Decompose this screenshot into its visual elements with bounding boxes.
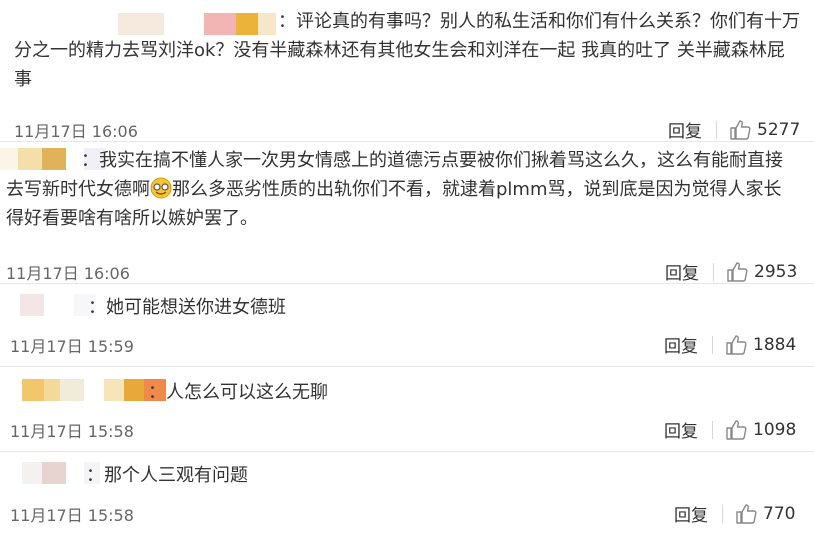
divider [722, 504, 723, 523]
comment-text-line: 得好看要啥有啥所以嫉妒罢了。 [6, 208, 258, 229]
like-count: 5277 [757, 119, 801, 140]
comment-text: ：人怎么可以这么无聊 [148, 378, 328, 407]
avatar-username-blurred[interactable] [20, 294, 96, 316]
divider [712, 420, 713, 439]
comment-text: ：她可能想送你进女德班 [88, 293, 286, 322]
comment-text-line: 分之一的精力去骂刘洋ok？没有半藏森林还有其他女生会和刘洋在一起 我真的吐了 关… [14, 40, 785, 61]
comment-text-line: 事 [14, 69, 32, 90]
comment-text-line: ：那个人三观有问题 [86, 465, 248, 486]
thumbs-up-icon [727, 261, 748, 282]
comment-timestamp: 11月17日 16:06 [14, 122, 138, 141]
comment-timestamp: 11月17日 16:06 [6, 264, 130, 283]
thumbs-up-icon [726, 334, 747, 355]
reply-button[interactable]: 回复 [668, 117, 702, 142]
reply-button[interactable]: 回复 [664, 332, 698, 357]
like-button[interactable]: 2953 [726, 261, 797, 283]
comment-text-line: ：评论真的有事吗？别人的私生活和你们有什么关系？你们有十万 [278, 11, 800, 32]
avatar-username-blurred[interactable] [22, 379, 166, 401]
divider [712, 335, 713, 354]
reply-button[interactable]: 回复 [664, 417, 698, 442]
like-button[interactable]: 1884 [725, 334, 796, 356]
reply-button[interactable]: 回复 [665, 259, 699, 284]
comment-text: ：评论真的有事吗？别人的私生活和你们有什么关系？你们有十万 分之一的精力去骂刘洋… [14, 7, 804, 94]
reply-button[interactable]: 回复 [674, 501, 708, 526]
like-button[interactable]: 1098 [725, 419, 796, 441]
comment-timestamp: 11月17日 15:58 [10, 422, 134, 441]
comment-text-line: 那么多恶劣性质的出轨你们不看，就逮着plmm骂，说到底是因为觉得人家长 [172, 179, 782, 200]
comment-text: ：那个人三观有问题 [86, 461, 248, 490]
thumbs-up-icon [730, 119, 751, 140]
comment-timestamp: 11月17日 15:59 [10, 337, 134, 356]
comment-text-line: 去写新时代女德啊 [6, 179, 150, 200]
comment-item: ：人怎么可以这么无聊 11月17日 15:58 回复 1098 [0, 367, 814, 451]
like-button[interactable]: 5277 [729, 119, 800, 141]
comment-item: ：我实在搞不懂人家一次男女情感上的道德污点要被你们揪着骂这么久，这么有能耐直接 … [0, 142, 814, 284]
comment-item: ：她可能想送你进女德班 11月17日 15:59 回复 1884 [0, 284, 814, 366]
like-count: 770 [763, 503, 796, 524]
divider [716, 120, 717, 139]
comment-text-line: ：人怎么可以这么无聊 [148, 382, 328, 403]
divider [713, 262, 714, 281]
comment-timestamp: 11月17日 15:58 [10, 506, 134, 525]
thumbs-up-icon [726, 419, 747, 440]
comment-item: ：评论真的有事吗？别人的私生活和你们有什么关系？你们有十万 分之一的精力去骂刘洋… [0, 0, 814, 150]
like-count: 1098 [753, 419, 797, 440]
thumbs-up-icon [736, 503, 757, 524]
comment-text-line: ：她可能想送你进女德班 [88, 297, 286, 318]
grinning-emoji-icon [150, 177, 172, 199]
like-button[interactable]: 770 [735, 503, 795, 525]
comment-text-line: ：我实在搞不懂人家一次男女情感上的道德污点要被你们揪着骂这么久，这么有能耐直接 [81, 150, 783, 171]
comment-text: ：我实在搞不懂人家一次男女情感上的道德污点要被你们揪着骂这么久，这么有能耐直接 … [6, 146, 806, 233]
like-count: 2953 [754, 261, 798, 282]
comment-item: ：那个人三观有问题 11月17日 15:58 回复 770 [0, 452, 814, 533]
like-count: 1884 [753, 334, 797, 355]
